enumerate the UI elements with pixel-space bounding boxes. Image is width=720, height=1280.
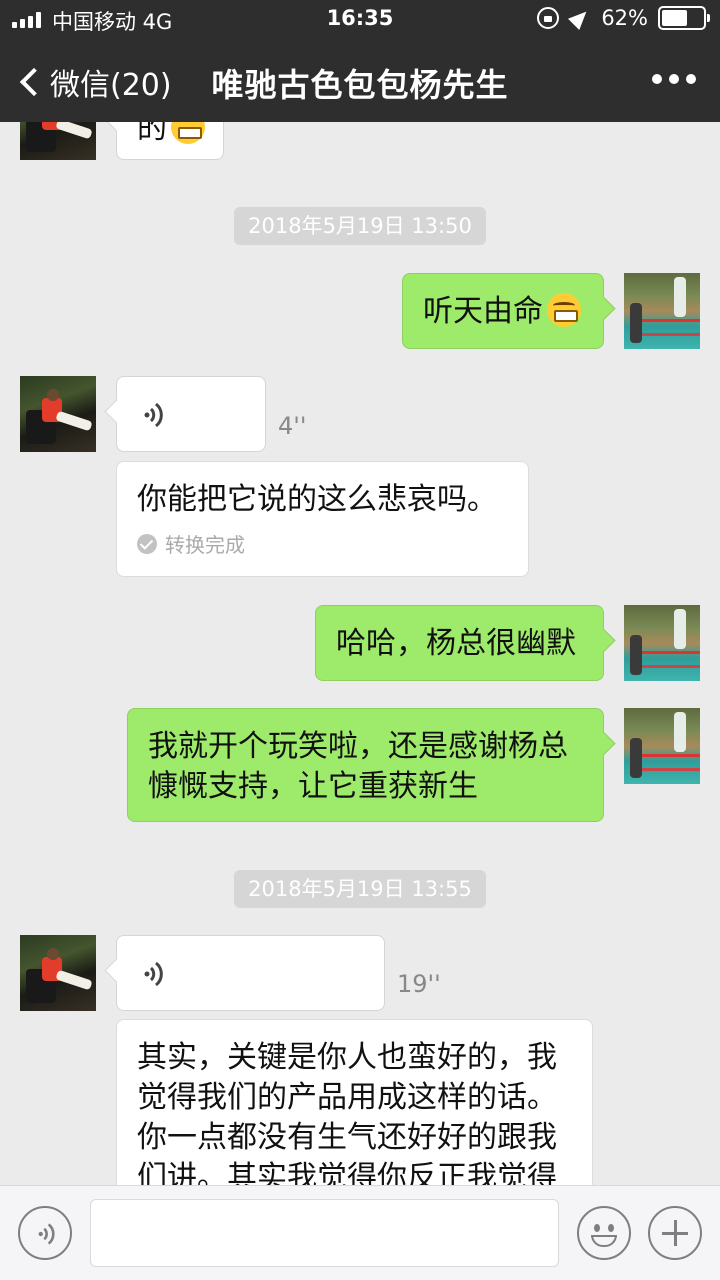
message-bubble[interactable]: 听天由命 xyxy=(402,273,604,349)
message-text: 哈哈，杨总很幽默 xyxy=(336,626,576,661)
timestamp: 2018年5月19日 13:50 xyxy=(234,207,486,245)
transcript-line: 觉得我们的产品用成这样的话。 xyxy=(137,1080,557,1115)
message-input[interactable] xyxy=(90,1199,559,1267)
message-bubble[interactable]: 我就开个玩笑啦，还是感谢杨总 慷慨支持，让它重获新生 xyxy=(127,708,604,822)
more-icon[interactable] xyxy=(652,74,696,84)
nav-bar: 微信(20) 唯驰古色包包杨先生 xyxy=(0,40,720,122)
message-text-line: 慷慨支持，让它重获新生 xyxy=(148,769,478,804)
avatar-contact[interactable] xyxy=(20,376,96,452)
transcript-line: 其实，关键是你人也蛮好的，我 xyxy=(137,1040,557,1075)
voice-message[interactable] xyxy=(116,376,266,452)
voice-transcript[interactable]: 你能把它说的这么悲哀吗。 转换完成 xyxy=(116,461,529,577)
voice-wave-icon xyxy=(144,961,163,987)
avatar-contact[interactable] xyxy=(20,935,96,1011)
battery-icon xyxy=(658,6,710,30)
avatar-self[interactable] xyxy=(624,273,700,349)
message-text: 听天由命 xyxy=(423,294,543,329)
voice-message[interactable] xyxy=(116,935,385,1011)
input-bar xyxy=(0,1185,720,1280)
plus-icon[interactable] xyxy=(648,1206,702,1260)
status-bar: 中国移动 4G 16:35 62% xyxy=(0,0,720,40)
chat-title: 唯驰古色包包杨先生 xyxy=(211,66,509,104)
voice-duration: 4'' xyxy=(278,412,307,440)
rotation-lock-icon xyxy=(537,7,560,29)
top-bar: 中国移动 4G 16:35 62% 微信(20) 唯驰古色包包杨先生 xyxy=(0,0,720,122)
transcript-line: 你一点都没有生气还好好的跟我 xyxy=(137,1120,557,1155)
battery-percent: 62% xyxy=(601,6,648,30)
emoji-icon[interactable] xyxy=(577,1206,631,1260)
message-bubble[interactable]: 哈哈，杨总很幽默 xyxy=(315,605,604,681)
check-icon xyxy=(137,533,157,554)
location-icon xyxy=(569,7,591,29)
message-text-line: 我就开个玩笑啦，还是感谢杨总 xyxy=(148,729,568,764)
avatar-self[interactable] xyxy=(624,605,700,681)
voice-wave-icon xyxy=(144,402,163,428)
voice-duration: 19'' xyxy=(397,970,441,998)
transcript-text: 你能把它说的这么悲哀吗。 xyxy=(137,482,497,517)
avatar-self[interactable] xyxy=(624,708,700,784)
laughing-tears-emoji-icon xyxy=(547,293,581,327)
voice-input-icon[interactable] xyxy=(18,1206,72,1260)
timestamp: 2018年5月19日 13:55 xyxy=(234,870,486,908)
transcript-status: 转换完成 xyxy=(165,533,245,557)
